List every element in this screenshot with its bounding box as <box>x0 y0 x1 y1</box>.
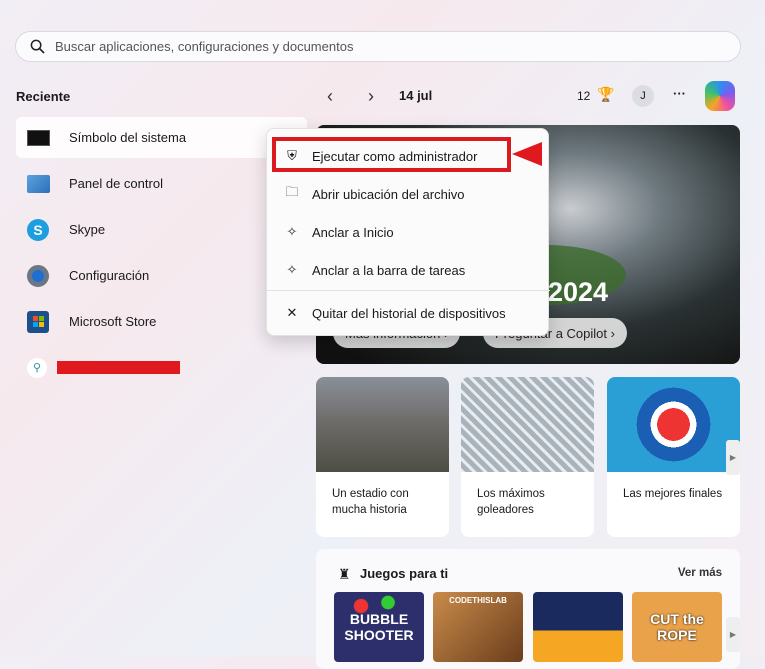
item-label: Skype <box>69 222 106 237</box>
recent-item-settings[interactable]: Configuración <box>16 255 307 296</box>
recent-item-cmd[interactable]: Símbolo del sistema <box>16 117 307 158</box>
search-placeholder: Buscar aplicaciones, configuraciones y d… <box>55 39 354 54</box>
card-title: Los máximos goleadores <box>477 488 545 516</box>
search-result-icon: ⚲ <box>27 358 47 378</box>
menu-label: Anclar a Inicio <box>312 224 394 240</box>
menu-remove-from-history[interactable]: ✕ Quitar del historial de dispositivos <box>267 295 550 331</box>
games-panel: ♜ Juegos para ti Ver más BUBBLE SHOOTER … <box>316 549 740 669</box>
search-input[interactable]: Buscar aplicaciones, configuraciones y d… <box>15 31 741 62</box>
item-label: Símbolo del sistema <box>69 130 187 145</box>
games-next-button[interactable]: ▶ <box>726 617 740 652</box>
cards-next-button[interactable]: ▶ <box>726 440 740 475</box>
avatar[interactable]: J <box>632 85 654 107</box>
recent-item-store[interactable]: Microsoft Store <box>16 301 307 342</box>
back-arrow-icon[interactable]: ‹ <box>327 86 333 107</box>
news-card[interactable]: Las mejores finales <box>607 377 740 537</box>
item-label: Panel de control <box>69 176 163 191</box>
menu-label: Abrir ubicación del archivo <box>312 186 465 202</box>
folder-icon: 🗀 <box>285 184 299 199</box>
highlight-box <box>272 137 511 172</box>
chess-rook-icon: ♜ <box>338 566 351 582</box>
item-label: Configuración <box>69 268 150 283</box>
card-title: Las mejores finales <box>623 488 723 500</box>
settings-gear-icon <box>26 264 50 287</box>
menu-label: Anclar a la barra de tareas <box>312 262 466 278</box>
redacted-bar <box>57 361 180 374</box>
skype-icon: S <box>26 218 50 241</box>
menu-divider <box>267 290 550 291</box>
see-more-link[interactable]: Ver más <box>678 567 722 579</box>
search-icon <box>30 39 45 54</box>
points-count: 12 <box>577 89 591 103</box>
control-panel-icon <box>26 173 50 195</box>
forward-arrow-icon[interactable]: › <box>368 86 374 107</box>
menu-pin-to-start[interactable]: ✧ Anclar a Inicio <box>267 214 550 250</box>
pin-icon: ✧ <box>286 262 298 277</box>
date-label: 14 jul <box>399 88 433 103</box>
recent-item-control-panel[interactable]: Panel de control <box>16 163 307 204</box>
cmd-icon <box>26 127 50 149</box>
more-options-icon[interactable]: ··· <box>673 86 686 101</box>
news-card[interactable]: Un estadio con mucha historia <box>316 377 449 537</box>
pin-icon: ✧ <box>286 224 298 239</box>
game-tile[interactable] <box>533 592 623 662</box>
menu-pin-to-taskbar[interactable]: ✧ Anclar a la barra de tareas <box>267 252 550 288</box>
game-tile[interactable]: BUBBLE SHOOTER <box>334 592 424 662</box>
trophy-icon[interactable]: 🏆 <box>597 86 614 103</box>
menu-open-file-location[interactable]: 🗀 Abrir ubicación del archivo <box>267 176 550 212</box>
copilot-icon[interactable] <box>705 81 735 111</box>
games-title: Juegos para ti <box>360 566 449 581</box>
item-label: Microsoft Store <box>69 314 157 329</box>
recent-item-skype[interactable]: S Skype <box>16 209 307 250</box>
game-tile[interactable]: CUT the ROPE <box>632 592 722 662</box>
highlight-arrow-icon <box>512 142 542 166</box>
card-title: Un estadio con mucha historia <box>332 488 409 516</box>
hero-year: 2024 <box>548 277 609 307</box>
game-tile[interactable]: CODETHISLAB <box>433 592 523 662</box>
recent-heading: Reciente <box>16 89 71 104</box>
news-card[interactable]: Los máximos goleadores <box>461 377 594 537</box>
menu-label: Quitar del historial de dispositivos <box>312 305 506 321</box>
store-icon <box>26 310 50 333</box>
close-icon: ✕ <box>286 305 298 320</box>
